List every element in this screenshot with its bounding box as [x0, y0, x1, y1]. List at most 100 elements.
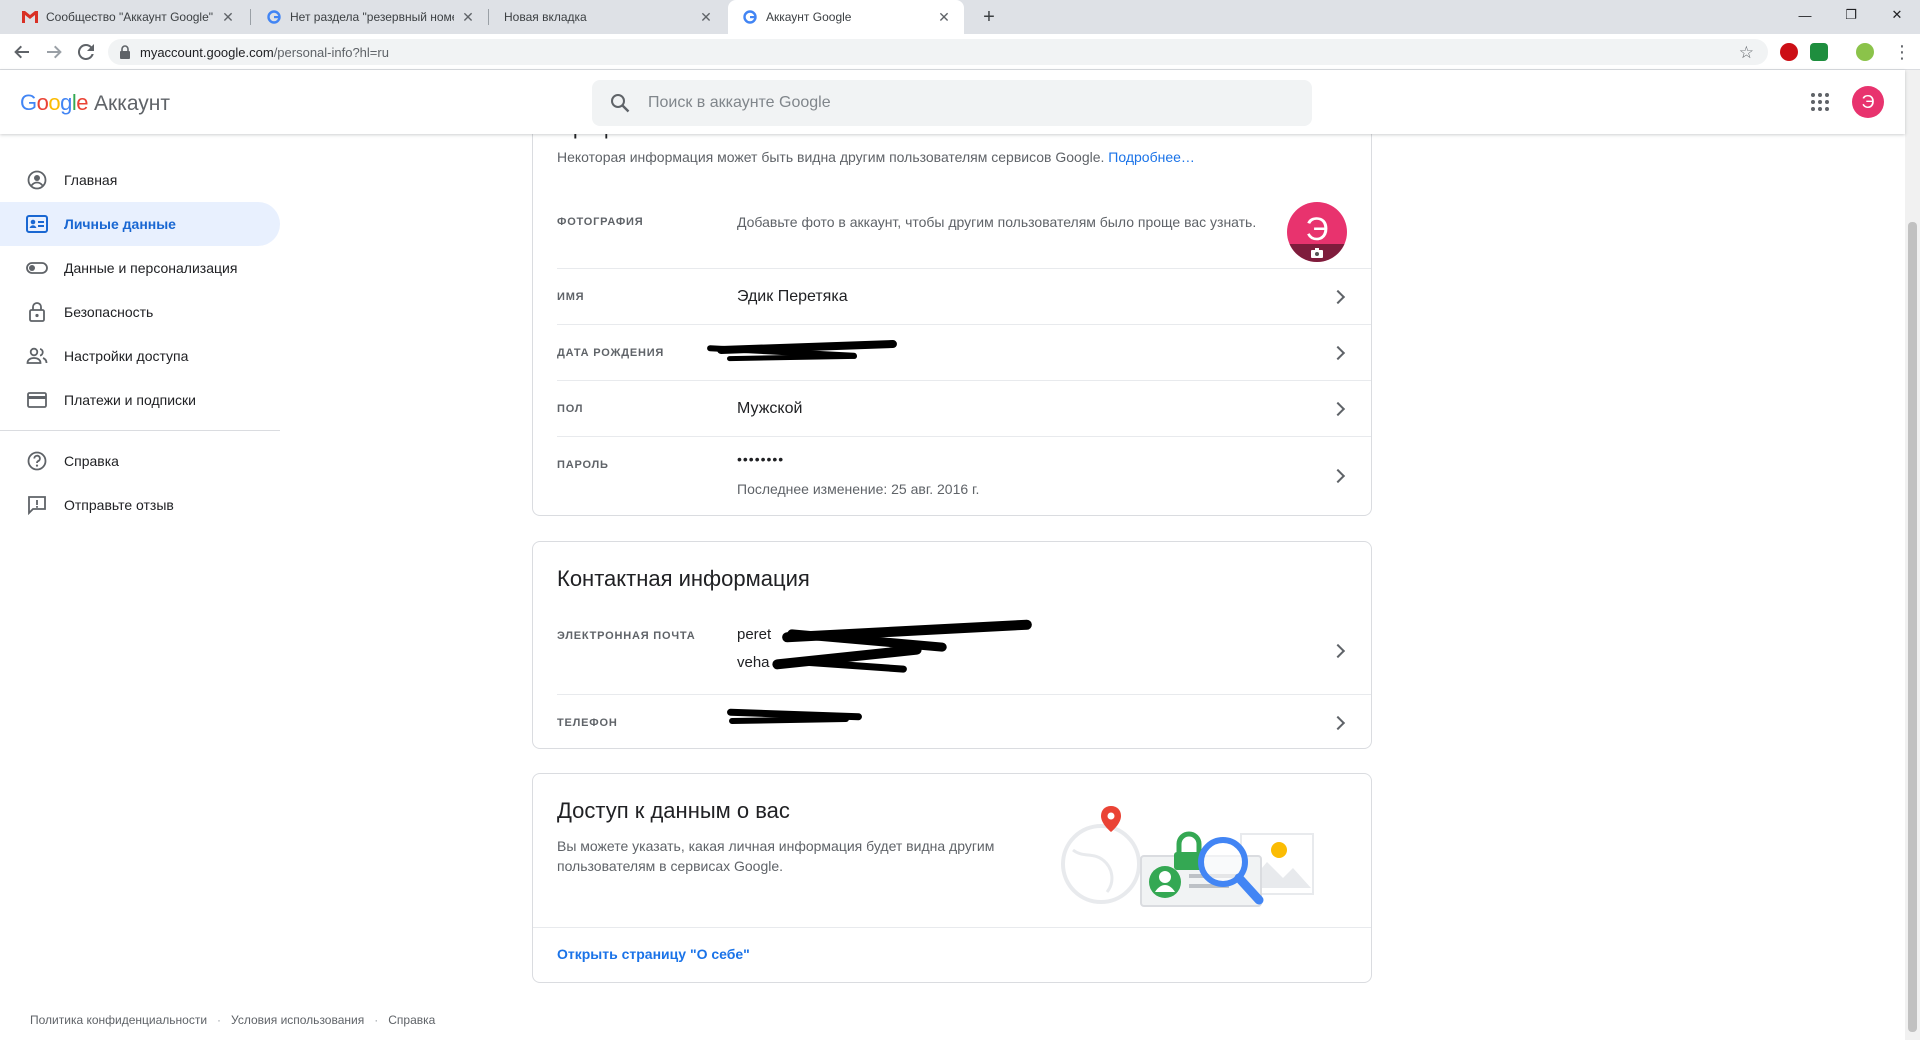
lock-icon [26, 301, 48, 323]
sidebar-nav: Главная Личные данные Данные и персонали… [0, 158, 280, 527]
back-button[interactable] [10, 40, 34, 64]
account-search[interactable] [592, 80, 1312, 126]
sidebar-item-sharing[interactable]: Настройки доступа [0, 334, 280, 378]
footer-help-link[interactable]: Справка [388, 1013, 435, 1027]
sidebar-item-label: Данные и персонализация [64, 260, 238, 276]
sidebar-item-feedback[interactable]: Отправьте отзыв [0, 483, 280, 527]
tab-separator [250, 9, 251, 25]
address-bar[interactable]: myaccount.google.com/personal-info?hl=ru… [108, 39, 1768, 65]
tab-separator [488, 9, 489, 25]
sidebar-item-label: Личные данные [64, 216, 176, 232]
restore-button[interactable]: ❐ [1828, 0, 1874, 30]
profile-note-text: Некоторая информация может быть видна др… [557, 149, 1105, 165]
profile-note: Некоторая информация может быть видна др… [557, 149, 1195, 165]
contact-heading: Контактная информация [557, 566, 810, 591]
search-icon[interactable] [610, 93, 630, 113]
apps-grid-icon[interactable] [1810, 92, 1830, 112]
tab-title: Аккаунт Google [766, 10, 852, 24]
new-tab-button[interactable]: + [978, 6, 1000, 28]
url-host: myaccount.google.com [140, 44, 274, 60]
minimize-button[interactable]: — [1782, 0, 1828, 30]
profile-photo[interactable]: Э [1287, 202, 1347, 262]
chevron-right-icon [1330, 401, 1346, 417]
profile-icon[interactable] [1856, 43, 1874, 61]
password-changed-text: Последнее изменение: 25 авг. 2016 г. [737, 481, 980, 497]
gmail-icon [22, 9, 38, 25]
sidebar-item-label: Главная [64, 172, 118, 188]
browser-toolbar: myaccount.google.com/personal-info?hl=ru… [0, 34, 1920, 70]
chevron-right-icon [1330, 289, 1346, 305]
birthday-row[interactable]: ДАТА РОЖДЕНИЯ [557, 324, 1371, 380]
email-row[interactable]: ЭЛЕКТРОННАЯ ПОЧТА peret veha [557, 612, 1371, 694]
google-g-icon [266, 9, 282, 25]
scrollbar-thumb[interactable] [1908, 222, 1917, 1032]
browser-tab[interactable]: Новая вкладка ✕ [490, 0, 726, 34]
chevron-right-icon [1330, 345, 1346, 361]
page-scrollbar[interactable] [1905, 70, 1920, 1040]
app-header: Google Аккаунт Э [0, 70, 1905, 134]
window-close-button[interactable]: ✕ [1874, 0, 1920, 30]
tab-title: Нет раздела "резервный номер" [290, 10, 454, 24]
sidebar-item-payments[interactable]: Платежи и подписки [0, 378, 280, 422]
privacy-link[interactable]: Политика конфиденциальности [30, 1013, 207, 1027]
sidebar-item-data-personalization[interactable]: Данные и персонализация [0, 246, 280, 290]
browser-tab[interactable]: Сообщество "Аккаунт Google" ✕ [8, 0, 248, 34]
about-heading: Доступ к данным о вас [557, 798, 790, 823]
phone-row[interactable]: ТЕЛЕФОН [557, 694, 1371, 750]
gender-row[interactable]: ПОЛ Мужской [557, 380, 1371, 436]
footer-dot: · [217, 1013, 222, 1027]
tab-title: Сообщество "Аккаунт Google" [46, 10, 214, 24]
sidebar-item-personal-info[interactable]: Личные данные [0, 202, 280, 246]
bookmark-star-icon[interactable]: ☆ [1739, 43, 1754, 63]
sidebar-item-label: Настройки доступа [64, 348, 189, 364]
password-row[interactable]: ПАРОЛЬ •••••••• Последнее изменение: 25 … [557, 436, 1371, 516]
lock-icon [120, 45, 130, 59]
profile-photo-letter: Э [1305, 210, 1329, 247]
email-label: ЭЛЕКТРОННАЯ ПОЧТА [557, 630, 696, 642]
reload-button[interactable] [74, 40, 98, 64]
url-path: /personal-info?hl=ru [273, 44, 389, 60]
feedback-icon [26, 494, 48, 516]
name-row[interactable]: ИМЯ Эдик Перетяка [557, 268, 1371, 324]
about-link-row: Открыть страницу "О себе" [533, 927, 1371, 983]
sidebar-divider [0, 430, 280, 431]
browser-tab[interactable]: Нет раздела "резервный номер" ✕ [252, 0, 488, 34]
shield-extension-icon[interactable] [1810, 43, 1828, 61]
forward-button[interactable] [42, 40, 66, 64]
account-avatar[interactable]: Э [1852, 86, 1884, 118]
more-link[interactable]: Подробнее… [1108, 149, 1195, 165]
open-about-link[interactable]: Открыть страницу "О себе" [557, 946, 750, 962]
opera-extension-icon[interactable] [1780, 43, 1798, 61]
close-icon[interactable]: ✕ [460, 9, 476, 25]
phone-label: ТЕЛЕФОН [557, 717, 618, 729]
close-icon[interactable]: ✕ [936, 9, 952, 25]
credit-card-icon [26, 389, 48, 411]
about-description: Вы можете указать, какая личная информац… [557, 838, 995, 874]
email-primary: peret [737, 626, 772, 643]
sidebar-item-help[interactable]: Справка [0, 439, 280, 483]
terms-link[interactable]: Условия использования [231, 1013, 364, 1027]
chevron-right-icon [1330, 715, 1346, 731]
sidebar-item-label: Платежи и подписки [64, 392, 196, 408]
footer: Политика конфиденциальности · Условия ис… [30, 1013, 435, 1027]
chevron-right-icon [1330, 468, 1346, 484]
browser-tab-active[interactable]: Аккаунт Google ✕ [728, 0, 964, 34]
search-input[interactable] [648, 94, 1248, 112]
gender-value: Мужской [737, 400, 803, 417]
sidebar-item-security[interactable]: Безопасность [0, 290, 280, 334]
browser-menu-icon[interactable]: ⋮ [1890, 40, 1914, 64]
google-wordmark: Google [20, 90, 89, 115]
contact-card: Контактная информация ЭЛЕКТРОННАЯ ПОЧТА … [532, 541, 1372, 749]
sidebar-item-label: Безопасность [64, 304, 154, 320]
photo-row[interactable]: ФОТОГРАФИЯ Добавьте фото в аккаунт, чтоб… [557, 174, 1371, 278]
close-icon[interactable]: ✕ [698, 9, 714, 25]
google-account-logo[interactable]: Google Аккаунт [20, 90, 170, 116]
photo-description: Добавьте фото в аккаунт, чтобы другим по… [737, 214, 1257, 230]
sidebar-item-label: Отправьте отзыв [64, 497, 174, 513]
id-card-icon [26, 213, 48, 235]
close-icon[interactable]: ✕ [220, 9, 236, 25]
gender-label: ПОЛ [557, 403, 584, 415]
privacy-illustration [1061, 806, 1314, 907]
sidebar-item-home[interactable]: Главная [0, 158, 280, 202]
tab-title: Новая вкладка [504, 10, 587, 24]
